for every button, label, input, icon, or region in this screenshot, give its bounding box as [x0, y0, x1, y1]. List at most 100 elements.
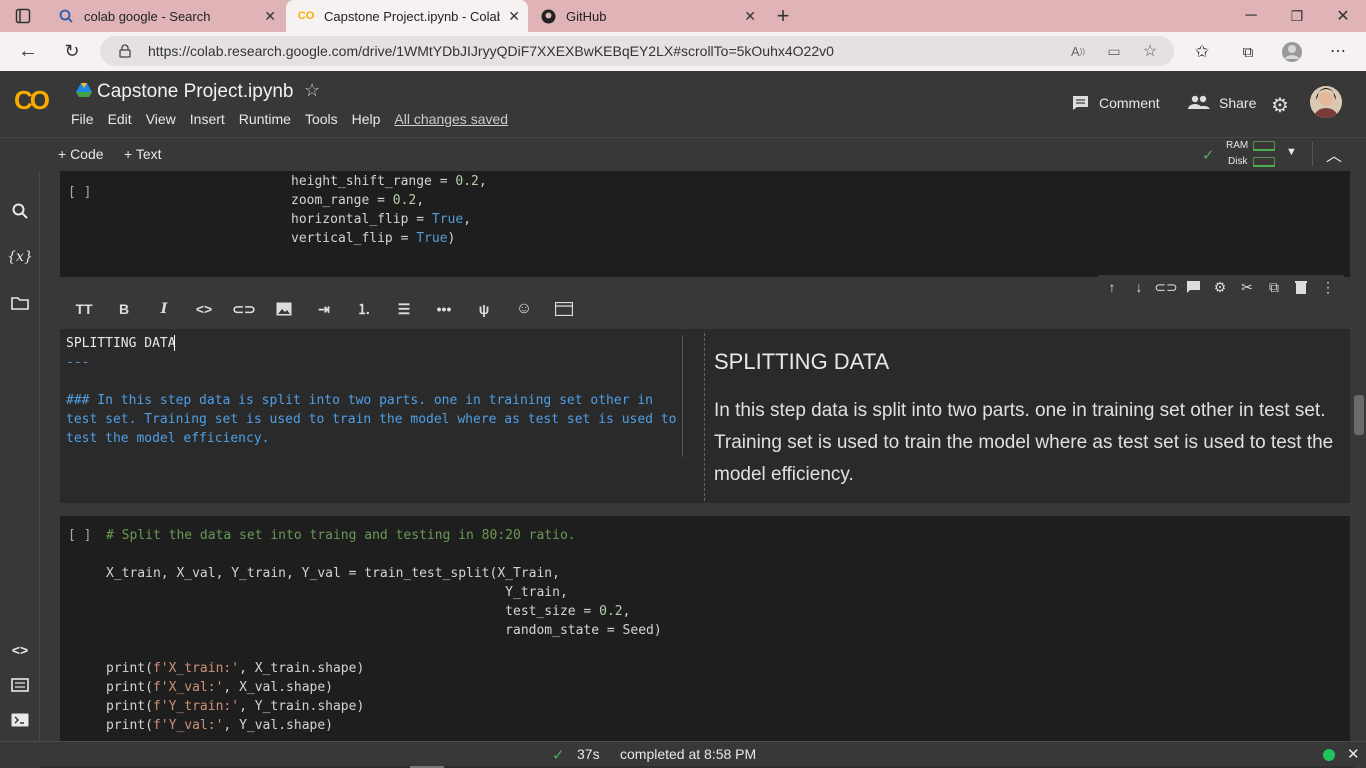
- colab-logo[interactable]: CO: [14, 85, 58, 115]
- code-line: Y_train,: [106, 583, 568, 602]
- save-status[interactable]: All changes saved: [394, 111, 508, 127]
- code-icon[interactable]: <>: [193, 299, 215, 319]
- edit-mirror-icon[interactable]: ✂: [1236, 277, 1258, 297]
- menu-tools[interactable]: Tools: [305, 111, 338, 127]
- collapse-header-icon[interactable]: ︿: [1326, 142, 1342, 166]
- restore-icon[interactable]: ❐: [1286, 6, 1308, 26]
- avatar[interactable]: [1310, 86, 1342, 118]
- close-tab-icon[interactable]: ✕: [264, 8, 276, 25]
- code-line: height_shift_range = 0.2,: [291, 172, 487, 191]
- comment-button[interactable]: Comment: [1072, 95, 1160, 111]
- add-comment-icon[interactable]: [1182, 277, 1204, 297]
- browser-tab-colab[interactable]: CO Capstone Project.ipynb - Colabor ✕: [286, 0, 528, 32]
- refresh-icon[interactable]: ↻: [60, 40, 84, 62]
- ram-usage-bar[interactable]: [1253, 141, 1275, 151]
- horizontal-rule-icon[interactable]: •••: [433, 299, 455, 319]
- status-check-icon: ✓: [552, 747, 565, 764]
- bulleted-list-icon[interactable]: ☰: [393, 299, 415, 319]
- menu-runtime[interactable]: Runtime: [239, 111, 291, 127]
- more-cell-actions-icon[interactable]: ⋮: [1317, 277, 1339, 297]
- delete-cell-icon[interactable]: [1290, 277, 1312, 297]
- code-cell-augmentation[interactable]: [ ] height_shift_range = 0.2, zoom_range …: [60, 171, 1350, 277]
- add-text-button[interactable]: + Text: [124, 146, 162, 162]
- minimize-icon[interactable]: ─: [1240, 6, 1262, 26]
- back-icon[interactable]: ←: [16, 40, 40, 62]
- tab-actions-icon[interactable]: [12, 6, 34, 26]
- browser-tab-search[interactable]: colab google - Search ✕: [46, 0, 284, 32]
- new-tab-icon[interactable]: +: [772, 3, 794, 28]
- bold-icon[interactable]: B: [113, 299, 135, 319]
- share-button[interactable]: Share: [1188, 95, 1256, 111]
- code-token: True: [431, 212, 464, 227]
- code-cell-split-data[interactable]: [ ] # Split the data set into traing and…: [60, 516, 1350, 741]
- star-icon[interactable]: ☆: [304, 80, 320, 101]
- status-bar: ✓ 37s completed at 8:58 PM ✕: [0, 741, 1366, 768]
- variables-icon[interactable]: {x}: [7, 245, 33, 269]
- move-cell-up-icon[interactable]: ↑: [1101, 277, 1123, 297]
- heading-icon[interactable]: TT: [73, 299, 95, 319]
- notebook-title[interactable]: Capstone Project.ipynb: [97, 81, 293, 103]
- terminal-icon[interactable]: [8, 708, 32, 732]
- close-tab-icon[interactable]: ✕: [744, 8, 756, 25]
- close-tab-icon[interactable]: ✕: [508, 8, 520, 25]
- numbered-list-icon[interactable]: ⒈: [353, 299, 375, 319]
- code-token: print(: [106, 699, 153, 714]
- emoji-icon[interactable]: ☺: [513, 299, 535, 319]
- run-cell-button[interactable]: [ ]: [68, 183, 91, 202]
- text-cell-splitting-data[interactable]: TT B I <> ⊂⊃ ⇥ ⒈ ☰ ••• ψ ☺ SPLITTING DAT…: [60, 289, 1350, 503]
- copy-to-scratch-icon[interactable]: ⧉: [1263, 277, 1285, 297]
- browser-tab-github[interactable]: GitHub ✕: [528, 0, 764, 32]
- menu-help[interactable]: Help: [352, 111, 381, 127]
- favorites-icon[interactable]: ✩: [1190, 41, 1214, 63]
- files-folder-icon[interactable]: [8, 291, 32, 315]
- completed-time[interactable]: completed at 8:58 PM: [620, 746, 756, 762]
- image-icon[interactable]: [273, 299, 295, 319]
- add-code-button[interactable]: + Code: [58, 146, 104, 162]
- more-options-icon[interactable]: ⋯: [1326, 40, 1350, 62]
- code-line: print(f'X_val:', X_val.shape): [106, 678, 333, 697]
- left-sidebar: ☰ {x} <>: [0, 137, 40, 741]
- search-icon[interactable]: [8, 199, 32, 223]
- menu-file[interactable]: File: [71, 111, 94, 127]
- menu-insert[interactable]: Insert: [190, 111, 225, 127]
- settings-gear-icon[interactable]: ⚙: [1271, 93, 1289, 118]
- copy-link-icon[interactable]: ⊂⊃: [1154, 277, 1177, 297]
- code-token: , X_train.shape): [239, 661, 365, 676]
- collections-icon[interactable]: ⧉: [1236, 41, 1260, 63]
- google-drive-icon[interactable]: [76, 83, 92, 99]
- runtime-dropdown-icon[interactable]: ▼: [1286, 146, 1297, 158]
- colab-header: CO Capstone Project.ipynb ☆ File Edit Vi…: [0, 71, 1366, 137]
- move-cell-down-icon[interactable]: ↓: [1128, 277, 1150, 297]
- code-token: ,: [622, 604, 631, 619]
- disk-usage-bar[interactable]: [1253, 157, 1275, 167]
- run-cell-button[interactable]: [ ]: [68, 526, 91, 545]
- menu-bar: File Edit View Insert Runtime Tools Help…: [71, 111, 522, 127]
- code-token: , Y_train.shape): [239, 699, 365, 714]
- cell-settings-icon[interactable]: ⚙: [1209, 277, 1231, 297]
- menu-edit[interactable]: Edit: [108, 111, 132, 127]
- code-token: ,: [478, 174, 487, 189]
- profile-icon[interactable]: [1280, 40, 1304, 64]
- code-snippets-icon[interactable]: <>: [8, 638, 32, 662]
- indent-icon[interactable]: ⇥: [313, 299, 335, 319]
- execution-duration[interactable]: 37s: [577, 746, 600, 762]
- link-icon[interactable]: ⊂⊃: [232, 299, 255, 319]
- address-bar[interactable]: https://colab.research.google.com/drive/…: [100, 36, 1174, 66]
- editor-scrollbar[interactable]: [682, 335, 683, 457]
- code-token: f'X_train:': [152, 661, 240, 676]
- menu-view[interactable]: View: [146, 111, 176, 127]
- reader-view-icon[interactable]: ▭: [1104, 42, 1124, 60]
- preview-window-icon[interactable]: [553, 299, 575, 319]
- code-token: 0.2: [392, 193, 417, 208]
- disk-label: Disk: [1228, 156, 1248, 167]
- latex-psi-icon[interactable]: ψ: [473, 299, 495, 319]
- close-status-icon[interactable]: ✕: [1347, 745, 1360, 763]
- italic-icon[interactable]: I: [153, 299, 175, 319]
- close-window-icon[interactable]: ✕: [1332, 6, 1354, 26]
- read-aloud-icon[interactable]: A)): [1068, 42, 1088, 60]
- markdown-editor[interactable]: SPLITTING DATA --- ### In this step data…: [60, 329, 682, 503]
- page-scrollbar-thumb[interactable]: [1354, 395, 1364, 435]
- code-line: X_train, X_val, Y_train, Y_val = train_t…: [106, 564, 560, 583]
- favorite-add-icon[interactable]: ☆: [1140, 42, 1160, 60]
- command-palette-icon[interactable]: [8, 673, 32, 697]
